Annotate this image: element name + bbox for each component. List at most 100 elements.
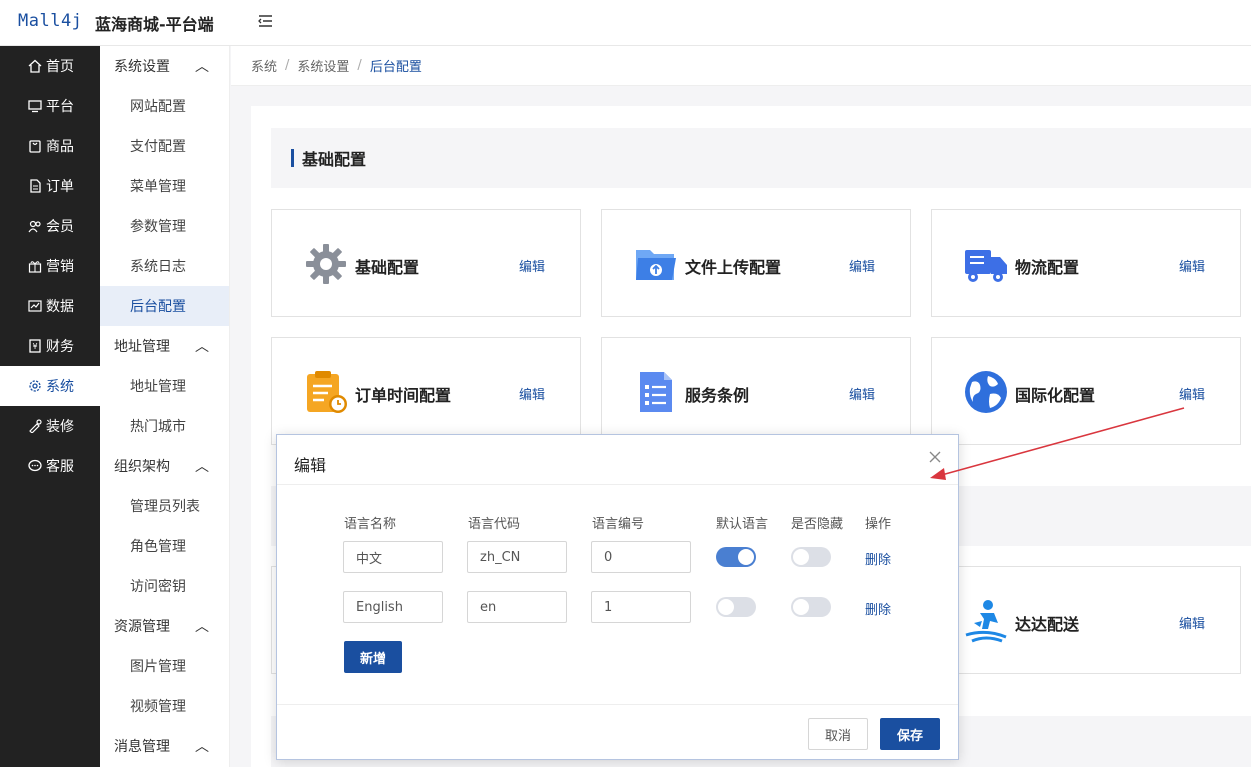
edit-dialog: 编辑 语言名称 语言代码 语言编号 默认语言 是否隐藏 操作 删除 删除 新增 …	[276, 434, 959, 760]
dialog-divider	[277, 484, 958, 485]
subnav-item[interactable]: 地址管理	[100, 366, 229, 406]
nav-item-service[interactable]: 客服	[0, 446, 100, 486]
delete-link[interactable]: 删除	[865, 599, 891, 618]
subnav-item[interactable]: 网站配置	[100, 86, 229, 126]
nav-item-platform[interactable]: 平台	[0, 86, 100, 126]
breadcrumb-item[interactable]: 系统	[251, 56, 277, 75]
chevron-up-icon: ︿	[195, 619, 209, 635]
subnav-item[interactable]: 图片管理	[100, 646, 229, 686]
group-label: 资源管理	[114, 619, 170, 635]
add-row-button[interactable]: 新增	[344, 641, 402, 673]
nav-item-orders[interactable]: 订单	[0, 166, 100, 206]
subnav-item[interactable]: 访问密钥	[100, 566, 229, 606]
nav-item-goods[interactable]: 商品	[0, 126, 100, 166]
breadcrumb-separator: /	[285, 58, 290, 73]
nav-label: 数据	[46, 299, 74, 315]
primary-nav: 首页 平台 商品 订单 会员 营销 数据 ¥ 财务 系统 装修 客服	[0, 46, 100, 767]
subnav-item[interactable]: 热门城市	[100, 406, 229, 446]
hidden-toggle[interactable]	[791, 597, 831, 617]
menu-collapse-icon[interactable]	[256, 12, 274, 30]
breadcrumb-current: 后台配置	[369, 60, 422, 75]
subnav-group-address[interactable]: 地址管理 ︿	[100, 326, 229, 366]
dialog-footer-divider	[277, 704, 958, 705]
subnav-group-resources[interactable]: 资源管理 ︿	[100, 606, 229, 646]
edit-link[interactable]: 编辑	[519, 256, 545, 275]
edit-link[interactable]: 编辑	[849, 384, 875, 403]
delete-link[interactable]: 删除	[865, 549, 891, 568]
gear-icon	[27, 378, 43, 394]
card-title: 订单时间配置	[355, 386, 452, 405]
dialog-title: 编辑	[294, 456, 327, 475]
top-header: Mall4j 蓝海商城-平台端	[0, 0, 1251, 46]
column-header-number: 语言编号	[592, 517, 645, 532]
subnav-item[interactable]: 管理员列表	[100, 486, 229, 526]
nav-label: 财务	[46, 339, 74, 355]
svg-text:¥: ¥	[32, 342, 37, 351]
ledger-icon: ¥	[27, 338, 43, 354]
language-name-input[interactable]	[343, 591, 443, 623]
subnav-item[interactable]: 参数管理	[100, 206, 229, 246]
nav-item-finance[interactable]: ¥ 财务	[0, 326, 100, 366]
edit-link[interactable]: 编辑	[1179, 613, 1205, 632]
close-icon[interactable]	[928, 450, 942, 464]
home-icon	[27, 58, 43, 74]
nav-item-data[interactable]: 数据	[0, 286, 100, 326]
nav-item-marketing[interactable]: 营销	[0, 246, 100, 286]
nav-item-members[interactable]: 会员	[0, 206, 100, 246]
language-number-input[interactable]	[591, 541, 691, 573]
subnav-group-organization[interactable]: 组织架构 ︿	[100, 446, 229, 486]
config-card-dada: 达达配送 编辑	[931, 566, 1241, 674]
edit-link[interactable]: 编辑	[1179, 256, 1205, 275]
edit-link[interactable]: 编辑	[1179, 384, 1205, 403]
card-title: 服务条例	[685, 386, 750, 405]
config-card-order-time: 订单时间配置 编辑	[271, 337, 581, 445]
default-language-toggle[interactable]	[716, 547, 756, 567]
truck-icon	[965, 250, 1007, 282]
nav-item-home[interactable]: 首页	[0, 46, 100, 86]
group-label: 系统设置	[114, 59, 170, 75]
chevron-up-icon: ︿	[195, 459, 209, 475]
save-button[interactable]: 保存	[880, 718, 940, 750]
folder-upload-icon	[636, 250, 676, 280]
language-code-input[interactable]	[467, 591, 567, 623]
section-title: 基础配置	[302, 150, 367, 169]
language-code-input[interactable]	[467, 541, 567, 573]
toggle-knob	[738, 549, 754, 565]
group-label: 组织架构	[114, 459, 170, 475]
app-title: 蓝海商城-平台端	[95, 15, 214, 34]
hidden-toggle[interactable]	[791, 547, 831, 567]
subnav-item[interactable]: 系统日志	[100, 246, 229, 286]
edit-link[interactable]: 编辑	[849, 256, 875, 275]
subnav-item-active[interactable]: 后台配置	[100, 286, 229, 326]
edit-link[interactable]: 编辑	[519, 384, 545, 403]
column-header-default: 默认语言	[716, 517, 769, 532]
toggle-knob	[718, 599, 734, 615]
config-card-i18n: 国际化配置 编辑	[931, 337, 1241, 445]
config-card-upload: 文件上传配置 编辑	[601, 209, 911, 317]
group-label: 地址管理	[114, 339, 170, 355]
subnav-item[interactable]: 角色管理	[100, 526, 229, 566]
breadcrumb-item[interactable]: 系统设置	[297, 56, 349, 75]
default-language-toggle[interactable]	[716, 597, 756, 617]
cancel-button[interactable]: 取消	[808, 718, 868, 750]
language-number-input[interactable]	[591, 591, 691, 623]
chevron-up-icon: ︿	[195, 739, 209, 755]
nav-item-decoration[interactable]: 装修	[0, 406, 100, 446]
subnav-group-messages[interactable]: 消息管理 ︿	[100, 726, 229, 766]
nav-label: 首页	[46, 59, 74, 75]
language-name-input[interactable]	[343, 541, 443, 573]
subnav-item[interactable]: 支付配置	[100, 126, 229, 166]
subnav-item[interactable]: 视频管理	[100, 686, 229, 726]
subnav-item[interactable]: 菜单管理	[100, 166, 229, 206]
card-title: 物流配置	[1015, 258, 1080, 277]
breadcrumb-separator: /	[357, 58, 362, 73]
chevron-up-icon: ︿	[195, 59, 209, 75]
checklist-icon	[640, 372, 672, 412]
breadcrumb: 系统 / 系统设置 / 后台配置	[231, 46, 1251, 86]
section-header: 基础配置	[271, 128, 1251, 188]
subnav-group-system-settings[interactable]: 系统设置 ︿	[100, 46, 229, 86]
group-label: 消息管理	[114, 739, 170, 755]
nav-item-system[interactable]: 系统	[0, 366, 100, 406]
brush-icon	[27, 418, 43, 434]
gift-icon	[27, 258, 43, 274]
